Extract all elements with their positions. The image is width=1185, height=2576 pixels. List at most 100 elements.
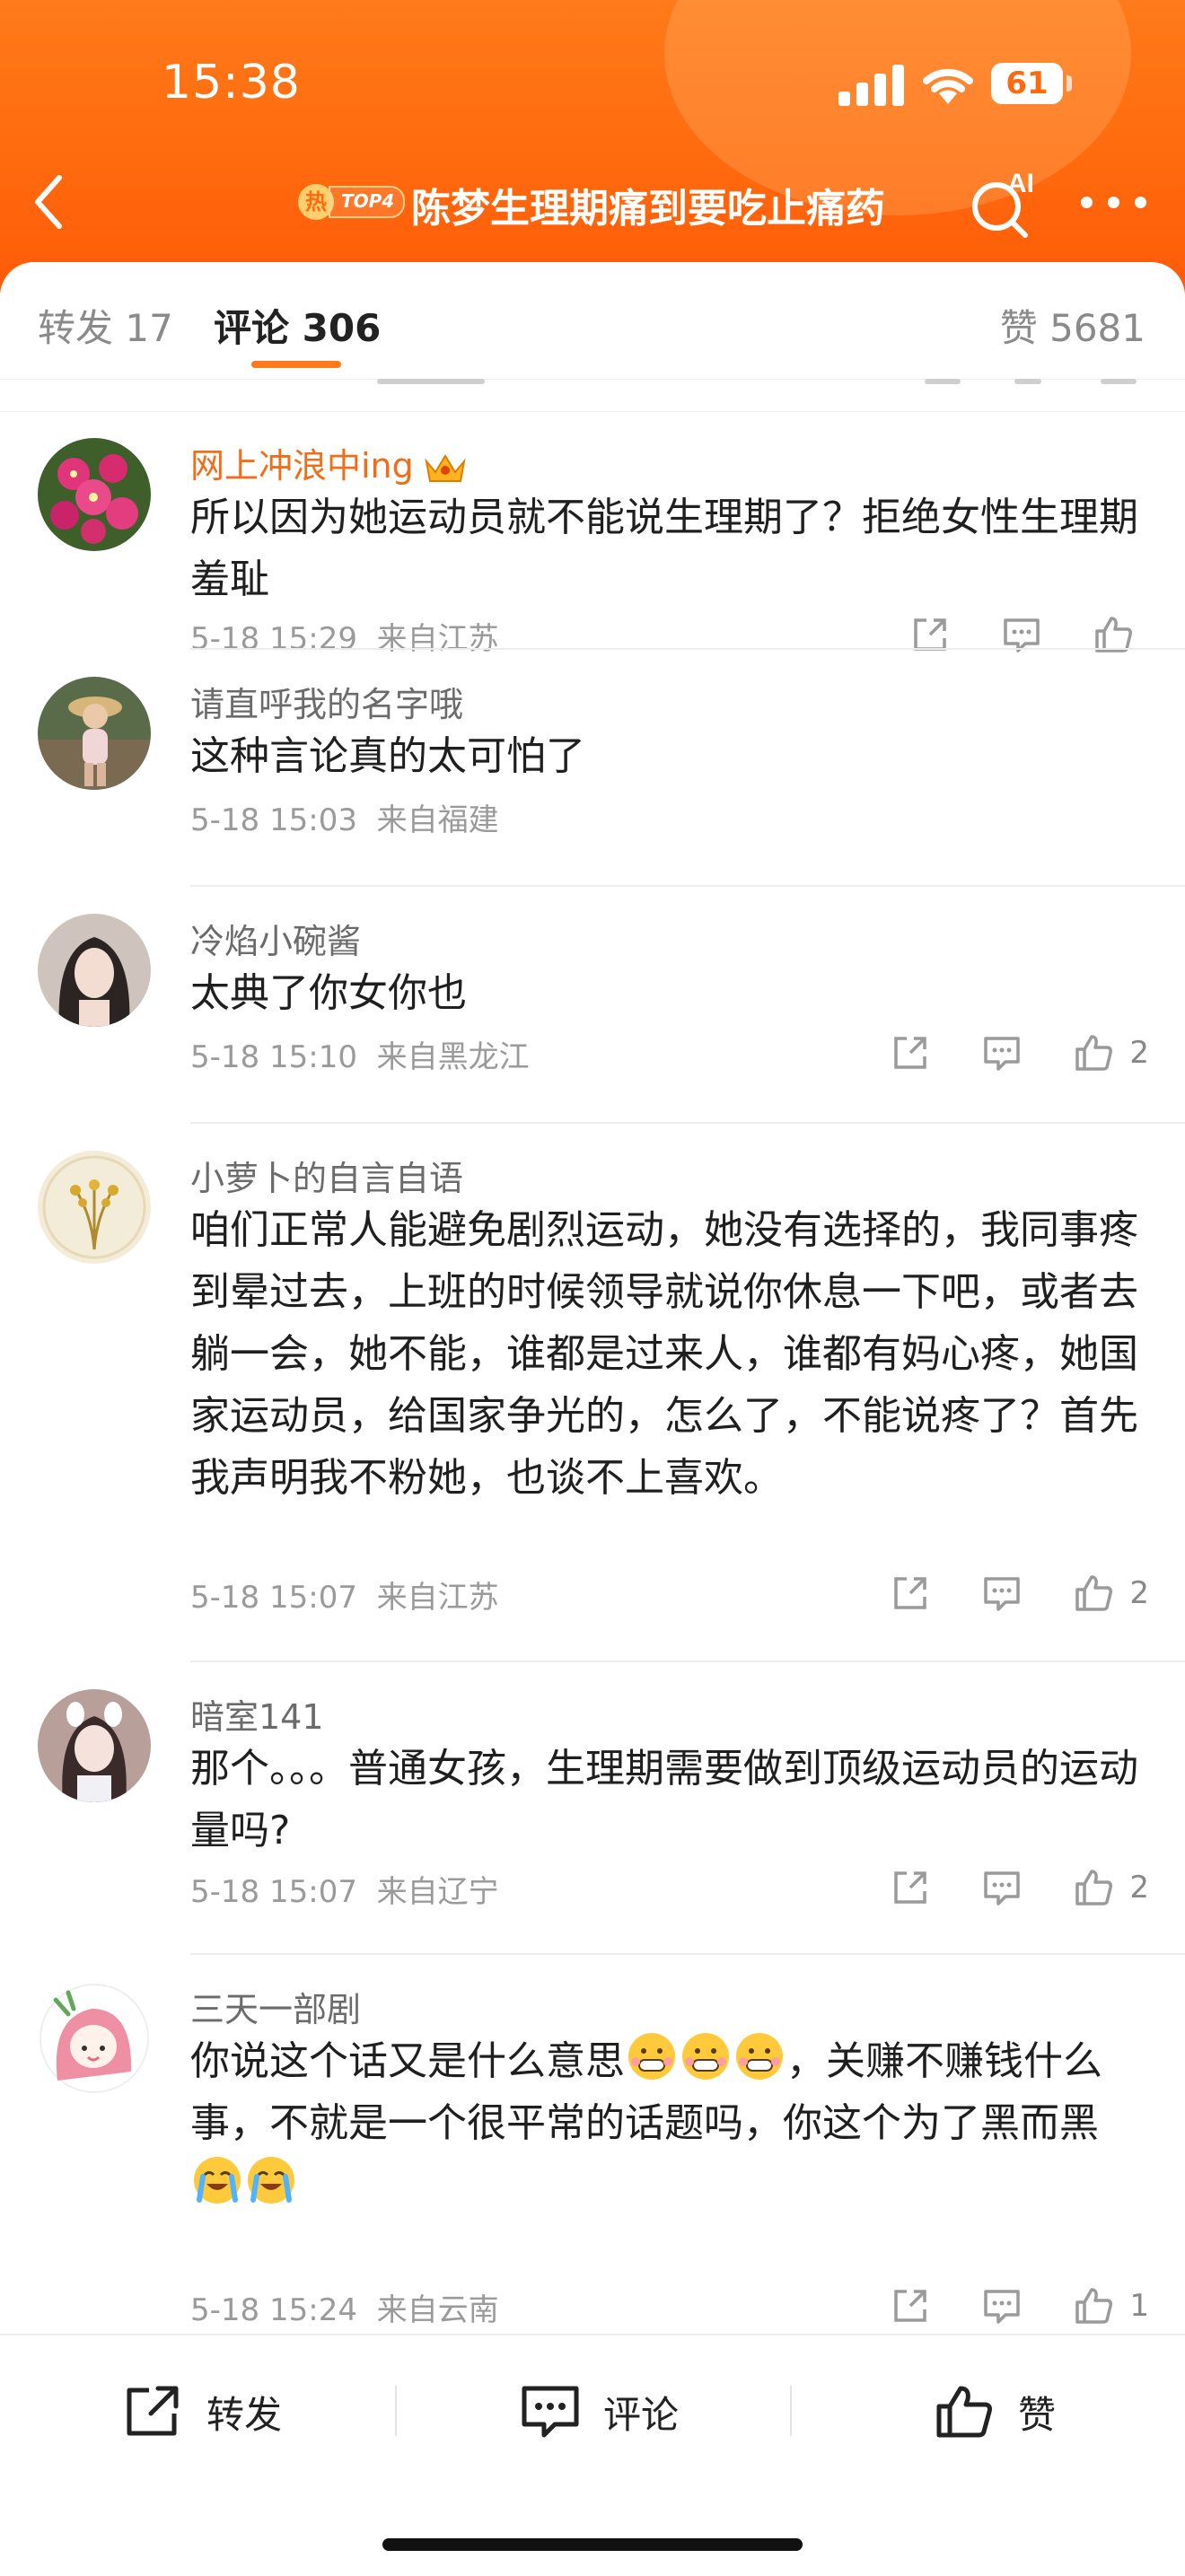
comment-text: 这种言论真的太可怕了 [190,733,585,779]
comment-location: 来自辽宁 [376,1874,499,1910]
like-icon[interactable] [1072,1866,1115,1909]
bottom-action-bar: 转发 评论 赞 [0,2334,1185,2576]
comment-location: 来自黑龙江 [376,1039,530,1075]
comment-label: 评论 [603,2392,680,2437]
battery-tip [1066,75,1072,92]
more-options-icon[interactable] [1081,190,1147,214]
username-text[interactable]: 网上冲浪中ing [190,446,414,486]
comment-location: 来自云南 [376,2292,499,2326]
like-count: 2 [1129,1575,1149,1611]
cellular-signal-icon [838,63,907,106]
like-label: 赞 [1018,2392,1057,2437]
grimace-emoji-icon [628,2033,675,2080]
username[interactable]: 小萝卜的自言自语 [190,1151,463,1200]
comment-actions: 2 [840,1865,1149,1910]
tab-comments[interactable]: 评论 306 [214,298,381,353]
username[interactable]: 三天一部剧 [190,1982,361,2031]
comment-actions: 2 [840,1571,1149,1616]
repost-button[interactable]: 转发 [122,2380,282,2443]
active-tab-indicator [251,361,341,368]
comment-meta: 5-18 15:10 来自黑龙江 [190,1032,530,1076]
separator [790,2386,792,2436]
reply-icon[interactable] [980,1572,1023,1615]
comment-list: 网上冲浪中ing 所以因为她运动员就不能说生理期了？拒绝女性生理期羞耻 5-18… [0,379,1185,2326]
hot-rank-label: TOP4 [329,186,406,218]
share-icon[interactable] [889,2284,932,2326]
vip-crown-icon [425,453,466,482]
comment-date: 5-18 15:24 [190,2292,357,2326]
crying-laugh-emoji-icon [248,2157,294,2204]
comment-location: 来自福建 [376,802,499,838]
like-button[interactable]: 赞 [934,2380,1056,2443]
user-avatar[interactable] [38,1689,151,1802]
share-icon[interactable] [889,1866,932,1909]
comment-text: 所以因为她运动员就不能说生理期了？拒绝女性生理期羞耻 [190,495,1138,602]
comment-text: 你说这个话又是什么意思 ，关赚不赚钱什么事，不就是一个很平常的话题吗，你这个为了黑… [190,2030,1151,2216]
comment-sheet: 转发 17 评论 306 赞 5681 网上冲浪中ing 所以因为她运动员就不能… [0,262,1185,2574]
username[interactable]: 网上冲浪中ing [190,438,470,487]
home-indicator[interactable] [382,2538,803,2551]
status-time: 15:38 [162,56,301,110]
wifi-icon [923,68,973,104]
battery-indicator: 61 [991,63,1063,104]
like-icon[interactable] [1072,1031,1115,1074]
user-avatar[interactable] [38,914,151,1027]
comment-actions: 2 [840,1030,1149,1075]
comment-date: 5-18 15:07 [190,1580,357,1616]
comment-meta: 5-18 15:03 来自福建 [190,795,499,839]
comment-meta: 5-18 15:24 来自云南 [190,2285,499,2326]
like-icon[interactable] [1072,1572,1115,1615]
comment-icon [522,2386,579,2438]
share-icon[interactable] [889,1572,932,1615]
grimace-emoji-icon [736,2033,783,2080]
share-icon[interactable] [889,1031,932,1074]
ai-search-icon[interactable]: AI [966,167,1038,239]
repost-icon [127,2386,179,2436]
crying-laugh-emoji-icon [194,2157,241,2204]
like-icon[interactable] [1072,2284,1115,2326]
comment-meta: 5-18 15:07 来自江苏 [190,1573,499,1617]
user-avatar[interactable] [38,1982,151,2095]
reply-icon[interactable] [980,1031,1023,1074]
comment-item: 冷焰小碗酱 太典了你女你也 5-18 15:10 来自黑龙江 2 [0,887,1185,1124]
comment-item: 小萝卜的自言自语 咱们正常人能避免剧烈运动，她没有选择的，我同事疼到晕过去，上班… [0,1124,1185,1662]
like-count: 2 [1129,1035,1149,1071]
comment-button[interactable]: 评论 [519,2380,679,2443]
comment-date: 5-18 15:07 [190,1874,357,1910]
grimace-emoji-icon [682,2033,729,2080]
repost-label: 转发 [206,2392,283,2437]
reply-icon[interactable] [980,2284,1023,2326]
comment-date: 5-18 15:10 [190,1039,357,1075]
user-avatar[interactable] [38,677,151,790]
comment-actions: 1 [840,2283,1149,2326]
separator [395,2386,397,2436]
previous-comment-remnant [0,379,1185,412]
top-header: 15:38 61 热 TOP4 陈梦生理期痛到要吃止痛药 AI [0,0,1185,296]
comment-text: 太典了你女你也 [190,970,467,1016]
like-count: 1 [1129,2288,1149,2324]
tab-repost[interactable]: 转发 17 [38,298,173,353]
comment-meta: 5-18 15:07 来自辽宁 [190,1867,499,1911]
back-arrow-icon[interactable] [27,171,72,233]
username[interactable]: 冷焰小碗酱 [190,914,361,963]
tab-likes[interactable]: 赞 5681 [1000,298,1146,353]
user-avatar[interactable] [38,1151,151,1264]
user-avatar[interactable] [38,438,151,551]
comment-text: 咱们正常人能避免剧烈运动，她没有选择的，我同事疼到晕过去，上班的时候领导就说你休… [190,1207,1138,1501]
reply-icon[interactable] [980,1866,1023,1909]
ai-label: AI [1007,169,1034,198]
comment-item: 三天一部剧 你说这个话又是什么意思 ，关赚不赚钱什么事，不就是一个很平常的话题吗，… [0,1955,1185,2326]
username[interactable]: 请直呼我的名字哦 [190,677,463,726]
comment-item: 暗室141 那个。。。普通女孩，生理期需要做到顶级运动员的运动量吗? 5-18 … [0,1662,1185,1955]
page-title: 陈梦生理期痛到要吃止痛药 [411,186,885,232]
comment-date: 5-18 15:03 [190,802,357,838]
comment-location: 来自江苏 [376,1580,499,1616]
hot-rank-badge: 热 TOP4 [298,184,406,220]
username[interactable]: 暗室141 [190,1689,324,1739]
comment-item: 请直呼我的名字哦 这种言论真的太可怕了 5-18 15:03 来自福建 [0,650,1185,887]
comment-text: 那个。。。普通女孩，生理期需要做到顶级运动员的运动量吗? [190,1746,1138,1853]
like-count: 2 [1129,1870,1149,1906]
comment-text-part: 你说这个话又是什么意思 [190,2038,625,2084]
tab-bar: 转发 17 评论 306 赞 5681 [0,262,1185,380]
thumbs-up-icon [936,2386,992,2438]
